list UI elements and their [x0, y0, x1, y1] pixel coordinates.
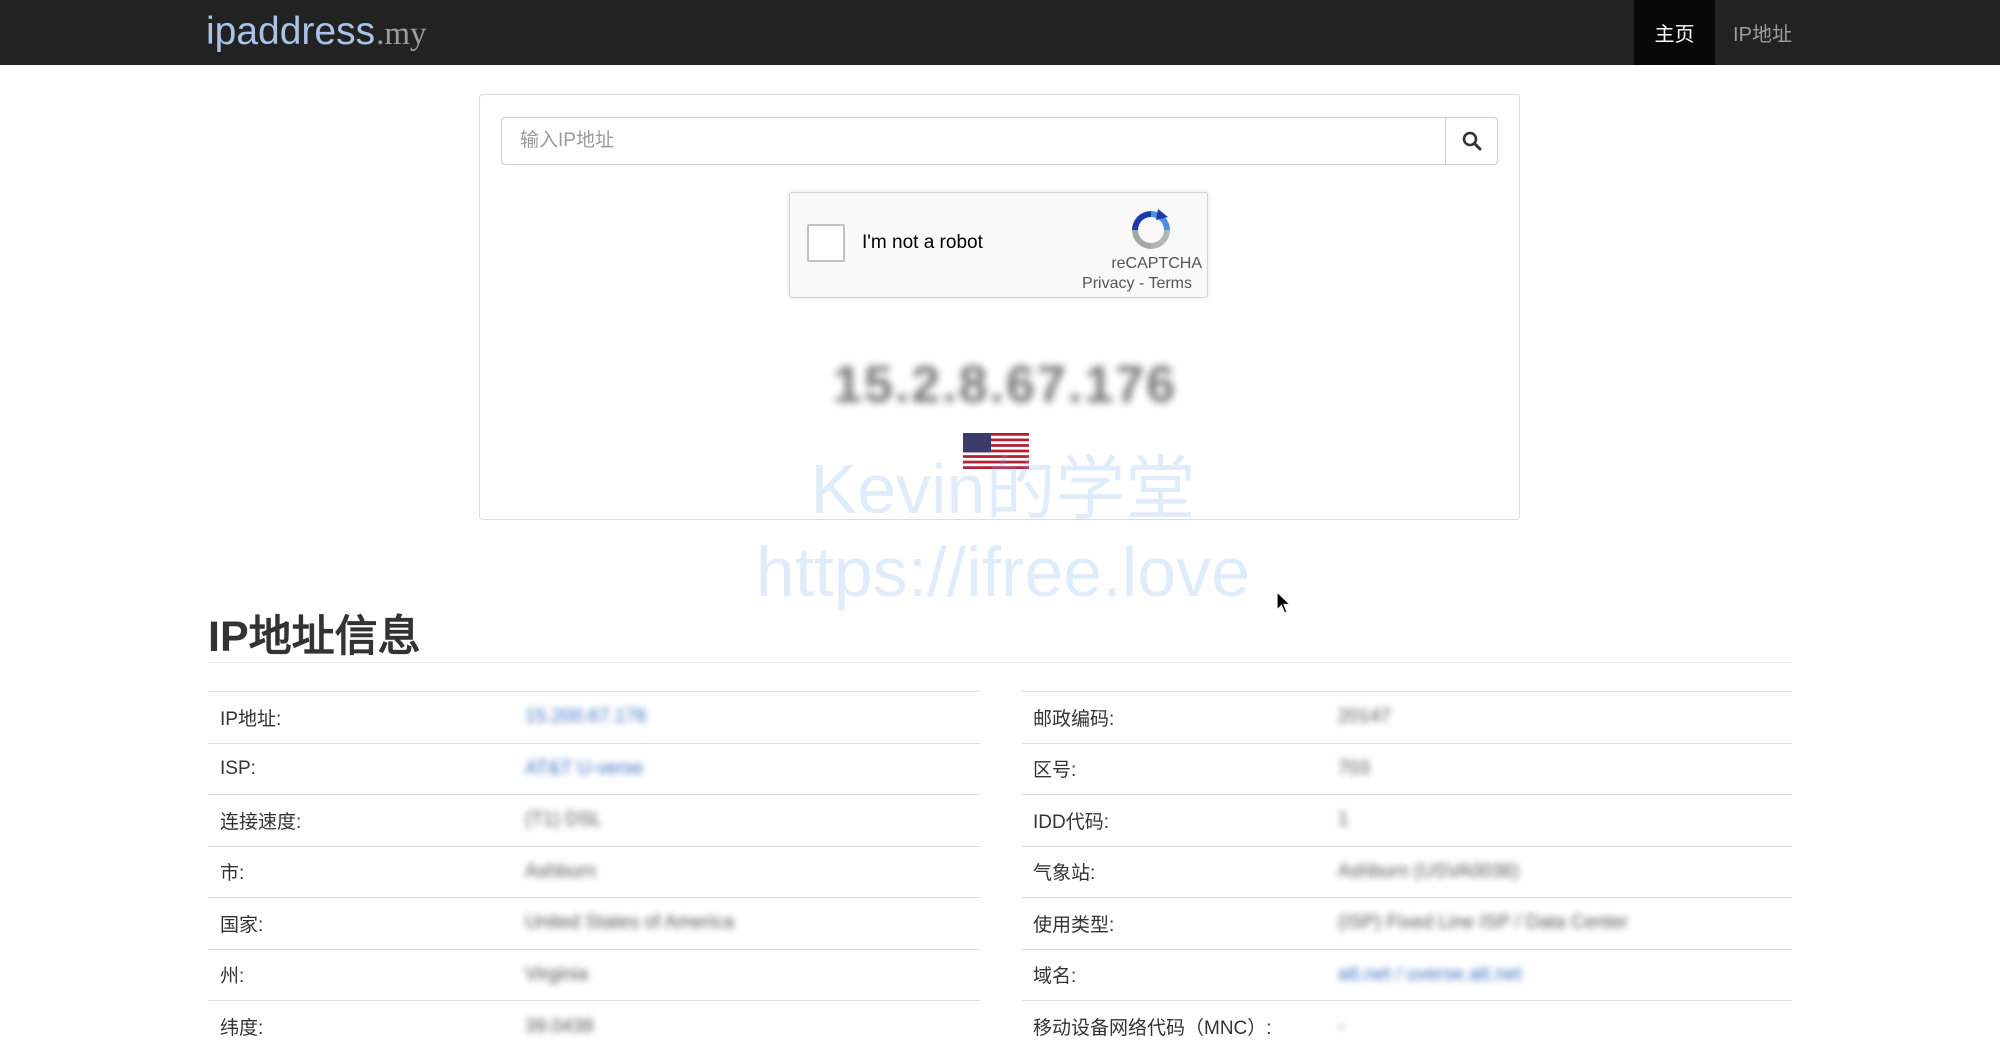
- row-value: 703: [1338, 757, 1370, 779]
- row-value: (ISP) Fixed Line ISP / Data Center: [1338, 912, 1629, 934]
- table-row: 使用类型: (ISP) Fixed Line ISP / Data Center: [1021, 897, 1792, 950]
- row-label: 邮政编码:: [1033, 708, 1115, 730]
- row-value: United States of America: [525, 912, 735, 934]
- row-value: Ashburn (USVA0036): [1338, 860, 1520, 882]
- recaptcha-widget: I'm not a robot reCAPTCHA Privacy - Term…: [789, 192, 1208, 298]
- row-label: 域名:: [1033, 966, 1077, 988]
- table-row: 连接速度: (T1) DSL: [208, 794, 980, 847]
- us-flag-icon: [963, 433, 1029, 469]
- table-row: ISP: AT&T U-verse: [208, 743, 980, 795]
- row-label: 使用类型:: [1033, 914, 1115, 936]
- recaptcha-checkbox[interactable]: [807, 224, 845, 262]
- row-label: 移动设备网络代码（MNC）:: [1033, 1018, 1272, 1039]
- isp-link[interactable]: AT&T U-verse: [525, 758, 644, 780]
- row-value: Virginia: [525, 963, 589, 985]
- recaptcha-privacy-link[interactable]: Privacy: [1082, 275, 1134, 292]
- top-navbar: ipaddress .my 主页 IP地址: [0, 0, 2000, 65]
- recaptcha-link-separator: -: [1134, 275, 1149, 292]
- table-row: 气象站: Ashburn (USVA0036): [1021, 846, 1792, 898]
- section-title: IP地址信息: [208, 613, 421, 661]
- table-row: IDD代码: 1: [1021, 794, 1792, 847]
- row-label: 连接速度:: [220, 811, 302, 833]
- search-group: [501, 117, 1498, 165]
- recaptcha-brand: reCAPTCHA: [1111, 255, 1202, 272]
- search-icon: [1462, 131, 1481, 151]
- row-label: IDD代码:: [1033, 811, 1110, 833]
- domain-link[interactable]: att.net / uverse.att.net: [1338, 964, 1522, 986]
- recaptcha-terms-link[interactable]: Terms: [1148, 275, 1192, 292]
- row-label: ISP:: [220, 757, 256, 779]
- title-divider: [208, 662, 1792, 663]
- recaptcha-label: I'm not a robot: [862, 232, 983, 253]
- table-row: 区号: 703: [1021, 743, 1792, 795]
- ip-search-input[interactable]: [501, 117, 1445, 165]
- table-row: 邮政编码: 20147: [1021, 691, 1792, 744]
- table-row: 国家: United States of America: [208, 897, 980, 950]
- table-row: 域名: att.net / uverse.att.net: [1021, 949, 1792, 1001]
- recaptcha-links: Privacy - Terms: [1082, 275, 1192, 293]
- table-row: 州: Virginia: [208, 949, 980, 1001]
- table-row: 移动设备网络代码（MNC）: -: [1021, 1000, 1792, 1053]
- nav-home[interactable]: 主页: [1634, 0, 1715, 65]
- row-value: 39.0438: [525, 1015, 594, 1037]
- row-value: 20147: [1338, 706, 1391, 728]
- brand-logo[interactable]: ipaddress .my: [206, 8, 427, 58]
- row-label: 州:: [220, 966, 245, 988]
- mouse-cursor-icon: [1276, 591, 1292, 614]
- row-label: 纬度:: [220, 1018, 264, 1039]
- row-label: IP地址:: [220, 708, 282, 730]
- search-button[interactable]: [1445, 117, 1498, 165]
- row-label: 市:: [220, 863, 245, 885]
- ip-address-link[interactable]: 15.200.67.176: [525, 706, 647, 728]
- row-label: 区号:: [1033, 760, 1077, 782]
- row-label: 国家:: [220, 914, 264, 936]
- row-label: 气象站:: [1033, 863, 1096, 885]
- brand-name: ipaddress: [206, 10, 376, 53]
- table-row: 纬度: 39.0438: [208, 1000, 980, 1053]
- table-row: IP地址: 15.200.67.176: [208, 691, 980, 744]
- brand-tld: .my: [376, 16, 427, 52]
- ip-info-table-right: 邮政编码: 20147 区号: 703 IDD代码: 1 气象站: Ashbur…: [1021, 691, 1792, 1052]
- nav-ip-address[interactable]: IP地址: [1715, 0, 1810, 65]
- ip-info-table-left: IP地址: 15.200.67.176 ISP: AT&T U-verse 连接…: [208, 691, 980, 1052]
- search-panel: I'm not a robot reCAPTCHA Privacy - Term…: [479, 94, 1520, 520]
- recaptcha-logo-icon: [1132, 209, 1170, 249]
- row-value: Ashburn: [525, 860, 596, 882]
- watermark-line2: https://ifree.love: [755, 533, 1251, 611]
- current-ip-display: 15.2.8.67.176: [833, 356, 1178, 414]
- row-value: 1: [1338, 809, 1349, 831]
- row-value: (T1) DSL: [525, 809, 603, 831]
- table-row: 市: Ashburn: [208, 846, 980, 898]
- row-value: -: [1338, 1015, 1345, 1037]
